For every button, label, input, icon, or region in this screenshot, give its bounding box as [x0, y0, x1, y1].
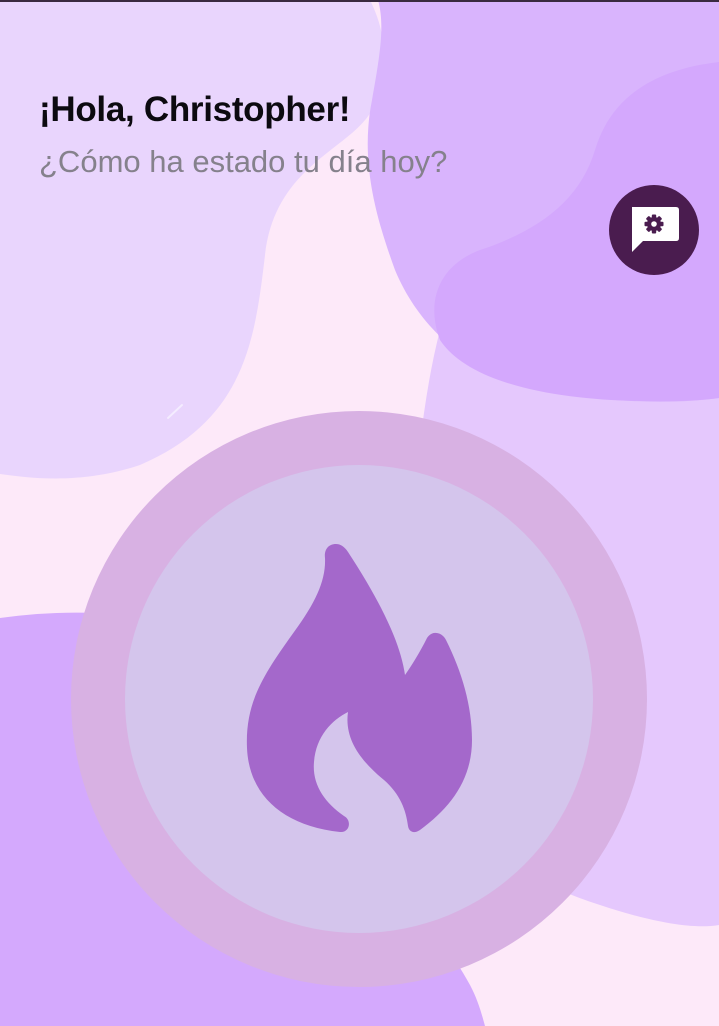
- home-screen: ¡Hola, Christopher! ¿Cómo ha estado tu d…: [0, 0, 719, 1026]
- top-edge-line: [0, 0, 719, 2]
- chat-settings-icon: [632, 207, 679, 252]
- flame-icon: [246, 544, 472, 833]
- greeting-title: ¡Hola, Christopher!: [39, 90, 351, 129]
- chat-settings-button[interactable]: [609, 185, 699, 275]
- greeting-subtitle: ¿Cómo ha estado tu día hoy?: [39, 144, 448, 179]
